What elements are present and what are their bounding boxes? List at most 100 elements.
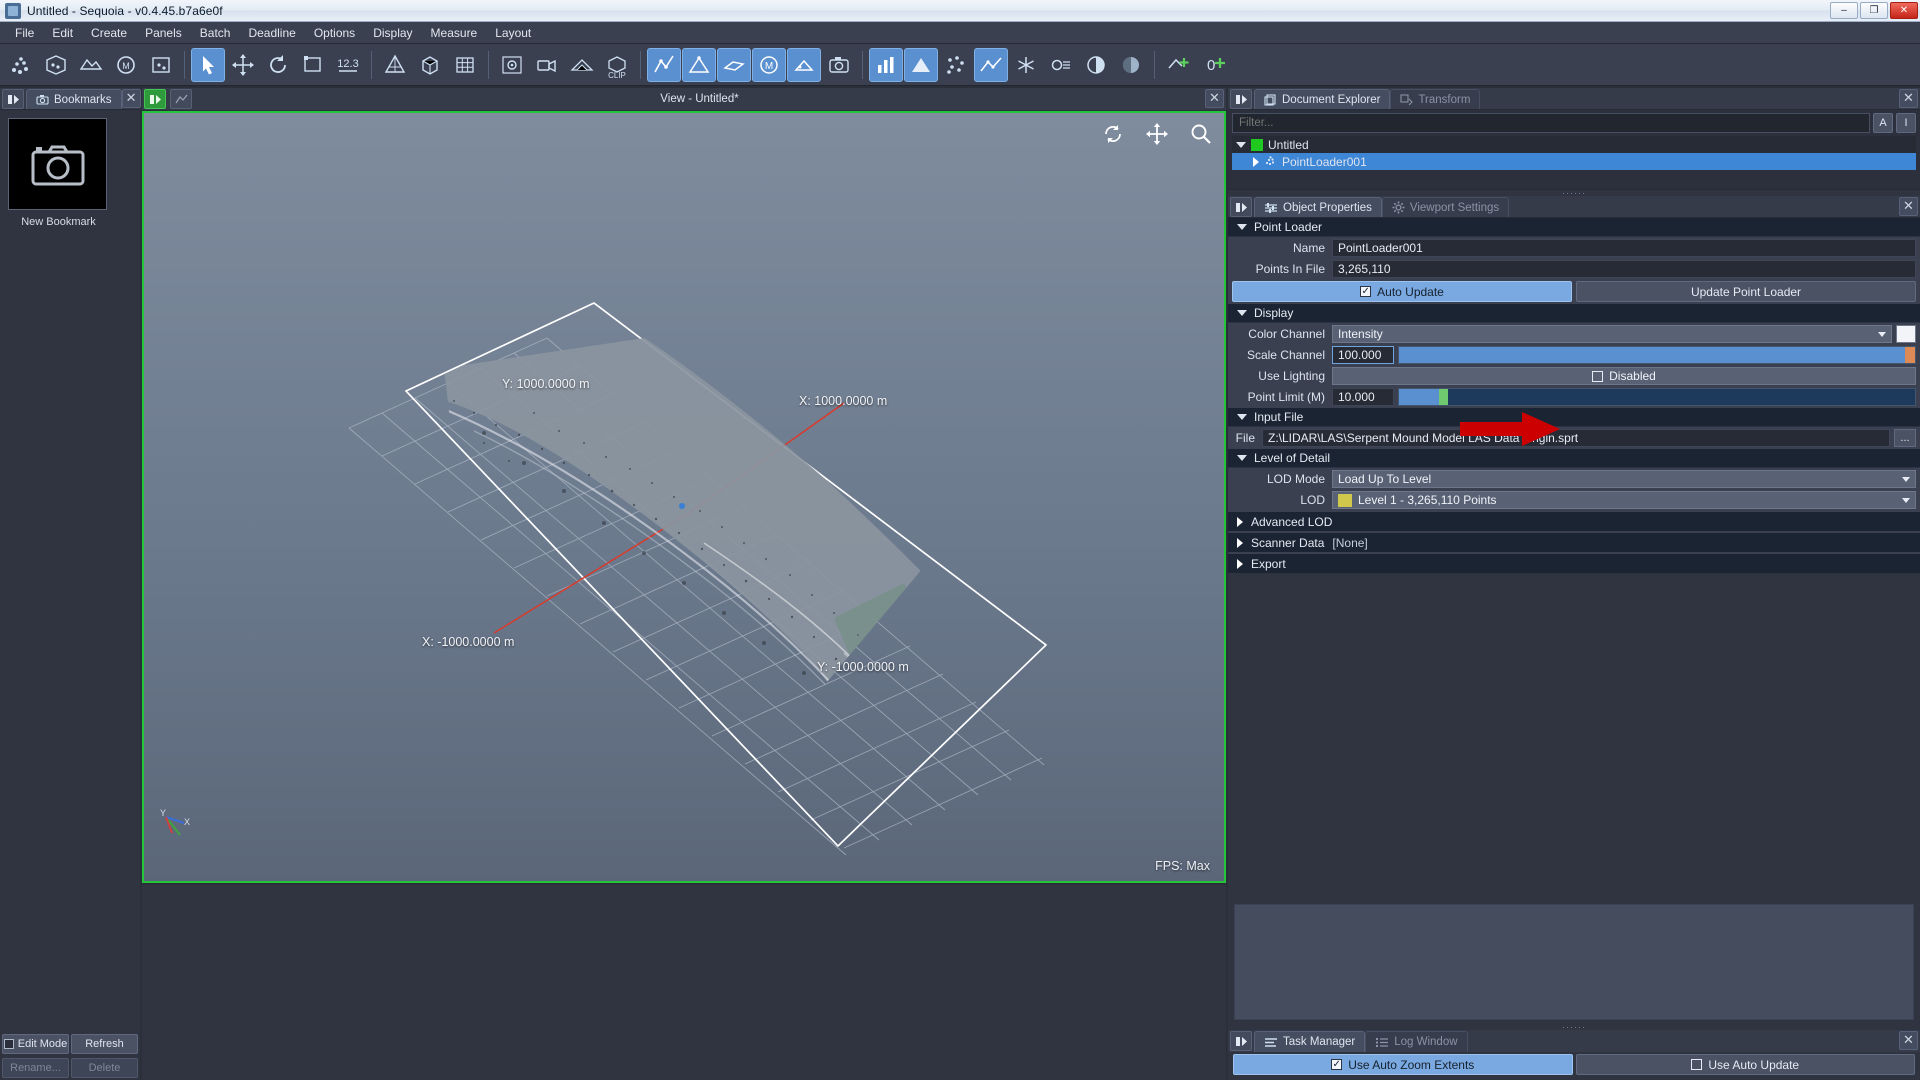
point-cloud-box-icon[interactable] [39, 48, 73, 82]
lod-dropdown[interactable]: Level 1 - 3,265,110 Points [1332, 491, 1916, 509]
close-viewport-button[interactable]: ✕ [1205, 89, 1224, 108]
filter-invert-button[interactable]: I [1896, 113, 1916, 133]
contrast-icon[interactable] [1079, 48, 1113, 82]
rollout-export[interactable]: Export [1228, 554, 1920, 573]
box-solid-icon[interactable] [413, 48, 447, 82]
tab-bookmarks[interactable]: Bookmarks [26, 89, 122, 109]
use-lighting-checkbox[interactable] [1592, 370, 1604, 382]
scale-channel-slider[interactable] [1398, 346, 1916, 364]
menu-edit[interactable]: Edit [43, 24, 82, 42]
chevron-right-icon[interactable] [1237, 516, 1243, 527]
mesh-surface-icon[interactable] [378, 48, 412, 82]
scale-channel-input[interactable]: 100.000 [1332, 346, 1394, 364]
file-path-field[interactable]: Z:\LIDAR\LAS\Serpent Mound Model LAS Dat… [1262, 429, 1890, 447]
channel-a-icon[interactable] [869, 47, 903, 82]
slice-icon[interactable] [717, 47, 751, 82]
close-task-manager-button[interactable]: ✕ [1899, 1031, 1918, 1050]
menu-batch[interactable]: Batch [191, 24, 240, 42]
point-loader-icon[interactable] [4, 48, 38, 82]
menu-panels[interactable]: Panels [136, 24, 191, 42]
magnet-icon[interactable]: M [109, 48, 143, 82]
edit-mode-button[interactable]: Edit Mode [2, 1034, 69, 1054]
edit-mode-checkbox[interactable] [3, 1039, 14, 1049]
chevron-down-icon[interactable] [1237, 224, 1247, 230]
maximize-button[interactable]: ❐ [1860, 2, 1888, 19]
camera-object-icon[interactable] [530, 48, 564, 82]
grid-object-icon[interactable] [565, 48, 599, 82]
magnet-mesh-icon[interactable] [787, 47, 821, 82]
refresh-orbit-icon[interactable] [1102, 123, 1124, 150]
lod-mode-dropdown[interactable]: Load Up To Level [1332, 470, 1916, 488]
menu-layout[interactable]: Layout [486, 24, 540, 42]
menu-display[interactable]: Display [364, 24, 421, 42]
grid-plane-icon[interactable] [448, 48, 482, 82]
zero-plus-icon[interactable]: 0 [1196, 48, 1230, 82]
mesh-loader-icon[interactable] [74, 48, 108, 82]
rollout-input-file[interactable]: Input File [1228, 408, 1920, 427]
minimize-button[interactable]: – [1830, 2, 1858, 19]
snapshot-icon[interactable] [822, 48, 856, 82]
chevron-down-icon[interactable] [1237, 455, 1247, 461]
new-bookmark-thumbnail[interactable] [8, 118, 107, 210]
zoom-search-icon[interactable] [1190, 123, 1212, 150]
name-field[interactable]: PointLoader001 [1332, 239, 1916, 257]
chevron-down-icon[interactable] [1236, 141, 1246, 148]
point-graph-icon[interactable] [647, 47, 681, 82]
edit-mesh-icon[interactable] [682, 47, 716, 82]
clip-icon[interactable]: CLIP [600, 48, 634, 82]
filter-input[interactable] [1232, 113, 1870, 133]
tree-item-untitled[interactable]: Untitled [1232, 136, 1916, 153]
point-limit-input[interactable]: 10.000 [1332, 388, 1394, 406]
viewport-pin-icon[interactable] [144, 89, 166, 109]
point-limit-slider[interactable] [1398, 388, 1916, 406]
filter-all-button[interactable]: A [1873, 113, 1893, 133]
auto-update-button[interactable]: ✓ Auto Update [1232, 281, 1572, 302]
tab-viewport-settings[interactable]: Viewport Settings [1381, 197, 1510, 217]
viewport-3d[interactable]: Y X Y: 1000.0000 m X: 1000.0000 m X: -10… [142, 111, 1226, 883]
menu-file[interactable]: File [6, 24, 43, 42]
rollout-scanner-data[interactable]: Scanner Data [None] [1228, 533, 1920, 552]
add-plus-icon[interactable] [1161, 48, 1195, 82]
pin-document-explorer-icon[interactable] [1230, 89, 1252, 109]
numeric-123-icon[interactable]: 12.3 [331, 48, 365, 82]
rollout-level-of-detail[interactable]: Level of Detail [1228, 449, 1920, 468]
tab-object-properties[interactable]: Object Properties [1254, 197, 1382, 217]
close-document-explorer-button[interactable]: ✕ [1899, 89, 1918, 108]
close-button[interactable]: ✕ [1890, 2, 1918, 19]
chevron-right-icon[interactable] [1253, 156, 1259, 167]
move-icon[interactable] [226, 48, 260, 82]
chevron-down-icon[interactable] [1237, 414, 1247, 420]
tab-task-manager[interactable]: Task Manager [1254, 1031, 1366, 1052]
menu-create[interactable]: Create [82, 24, 136, 42]
close-object-properties-button[interactable]: ✕ [1899, 197, 1918, 216]
chevron-down-icon[interactable] [1237, 310, 1247, 316]
tab-log-window[interactable]: Log Window [1365, 1031, 1468, 1052]
chevron-right-icon[interactable] [1237, 537, 1243, 548]
use-auto-update-button[interactable]: Use Auto Update [1575, 1054, 1915, 1075]
meter-icon[interactable]: M [752, 47, 786, 82]
refresh-bookmarks-button[interactable]: Refresh [71, 1034, 138, 1054]
particles-icon[interactable] [939, 48, 973, 82]
pin-object-properties-icon[interactable] [1230, 197, 1252, 217]
select-arrow-icon[interactable] [191, 47, 225, 82]
viewport-layout-icon[interactable] [170, 89, 192, 109]
stars-icon[interactable] [1009, 48, 1043, 82]
use-lighting-toggle[interactable]: Disabled [1332, 367, 1916, 385]
color-channel-dropdown[interactable]: Intensity [1332, 325, 1892, 343]
close-bookmarks-panel-button[interactable]: ✕ [121, 89, 141, 108]
menu-options[interactable]: Options [305, 24, 364, 42]
scale-icon[interactable] [296, 48, 330, 82]
color-channel-swatch[interactable] [1896, 325, 1916, 343]
rollout-display[interactable]: Display [1228, 304, 1920, 323]
chevron-right-icon[interactable] [1237, 558, 1243, 569]
pin-panel-icon[interactable] [2, 89, 24, 109]
rotate-icon[interactable] [261, 48, 295, 82]
tree-item-pointloader001[interactable]: PointLoader001 [1232, 153, 1916, 170]
browse-file-button[interactable]: ... [1894, 429, 1916, 447]
rollout-advanced-lod[interactable]: Advanced LOD [1228, 512, 1920, 531]
tab-transform[interactable]: Transform [1390, 89, 1481, 109]
use-auto-zoom-extents-button[interactable]: ✓ Use Auto Zoom Extents [1233, 1054, 1573, 1075]
surface-points-icon[interactable] [974, 47, 1008, 82]
use-auto-zoom-extents-checkbox[interactable]: ✓ [1331, 1059, 1343, 1070]
delete-bookmark-button[interactable]: Delete [71, 1058, 138, 1078]
